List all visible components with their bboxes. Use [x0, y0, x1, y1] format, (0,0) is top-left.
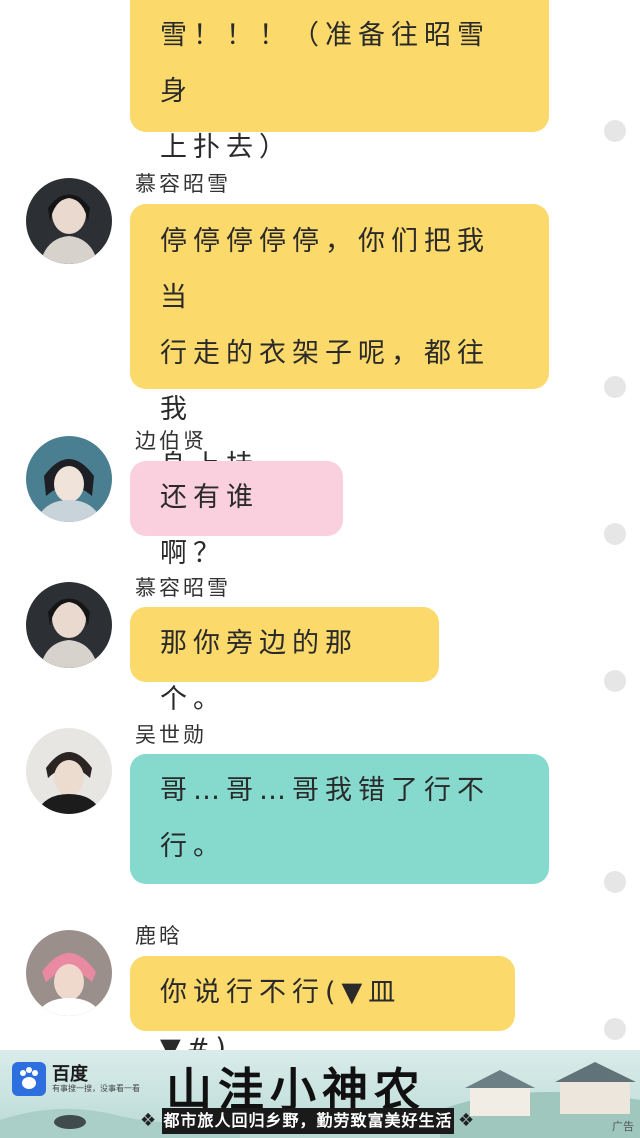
read-indicator	[604, 376, 626, 398]
message-bubble[interactable]: 那你旁边的那个。	[130, 607, 439, 715]
message-line: 雪！！！（准备往昭雪身	[160, 20, 490, 107]
read-indicator	[604, 871, 626, 893]
message-bubble[interactable]: 你说行不行(▼皿▼#)。	[130, 956, 515, 1064]
avatar[interactable]	[26, 728, 112, 814]
ad-slogan: 有事搜一搜，没事看一看	[52, 1084, 140, 1093]
read-indicator	[604, 523, 626, 545]
message-line: 停停停停停，你们把我当	[160, 226, 490, 313]
message-line: 行。	[160, 831, 226, 862]
read-indicator	[604, 670, 626, 692]
read-indicator	[604, 120, 626, 142]
sender-name: 慕容昭雪	[135, 576, 231, 600]
sender-name: 鹿晗	[135, 924, 183, 948]
avatar[interactable]	[26, 582, 112, 668]
message-bubble[interactable]: 还有谁啊？	[130, 461, 343, 569]
message-line: 行走的衣架子呢，都往我	[160, 338, 490, 425]
chat-screen: 雪！！！（准备往昭雪身 上扑去） 慕容昭雪 停停停停停，你们把我当 行走的衣架子…	[0, 0, 640, 1138]
ad-banner[interactable]: 百度 有事搜一搜，没事看一看 山洼小神农 ❖ 都市旅人回归乡野，勤劳致富美好生活…	[0, 1050, 640, 1138]
avatar[interactable]	[26, 178, 112, 264]
message-line: 哥…哥…哥我错了行不	[160, 775, 490, 806]
baidu-paw-icon	[12, 1062, 46, 1096]
ad-label: 广告	[612, 1120, 634, 1133]
message-line: 还有谁啊？	[160, 482, 259, 569]
sender-name: 慕容昭雪	[135, 172, 231, 196]
avatar[interactable]	[26, 436, 112, 522]
message-line: 那你旁边的那个。	[160, 628, 358, 715]
sender-name: 边伯贤	[135, 429, 207, 453]
ad-tagline: 都市旅人回归乡野，勤劳致富美好生活	[162, 1108, 454, 1134]
scroll-ornament-icon: ❖	[458, 1110, 475, 1131]
avatar[interactable]	[26, 930, 112, 1016]
read-indicator	[604, 1018, 626, 1040]
message-bubble[interactable]: 哥…哥…哥我错了行不 行。	[130, 754, 549, 884]
message-bubble[interactable]: 雪！！！（准备往昭雪身 上扑去）	[130, 0, 549, 163]
scroll-ornament-icon: ❖	[140, 1110, 157, 1131]
sender-name: 吴世勋	[135, 723, 207, 747]
message-bubble[interactable]: 停停停停停，你们把我当 行走的衣架子呢，都往我 身上挂。	[130, 204, 549, 481]
